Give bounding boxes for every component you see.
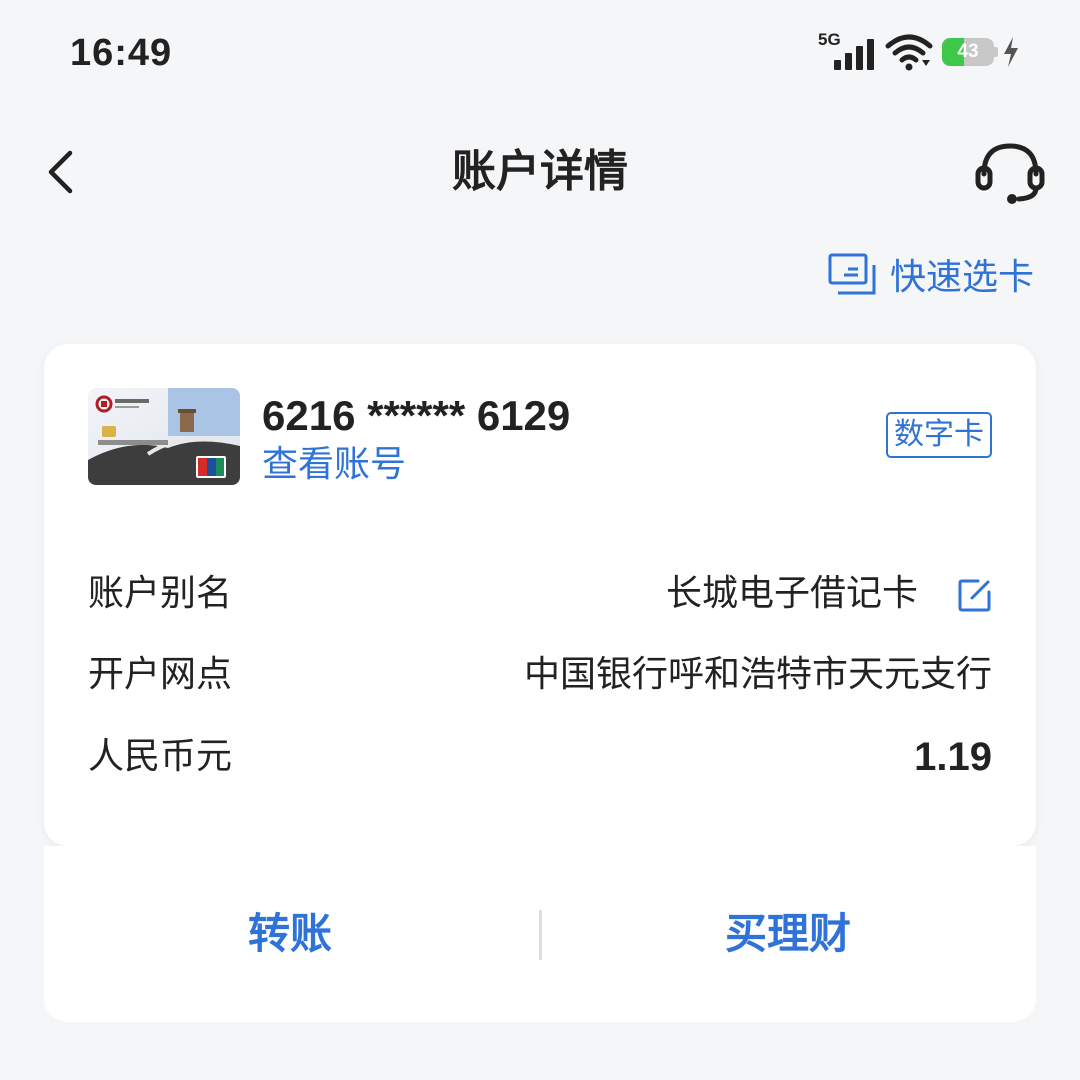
status-icons: 5G 43 <box>818 30 1020 74</box>
card-switch-icon <box>828 253 876 295</box>
customer-service-headset-icon <box>975 143 1045 204</box>
header: 账户详情 <box>0 120 1080 224</box>
battery-level: 43 <box>957 41 979 62</box>
info-row-balance: 人民币元 1.19 <box>88 729 992 785</box>
action-bar: 转账 买理财 <box>44 846 1036 1022</box>
buy-wealth-button[interactable]: 买理财 <box>638 902 938 966</box>
balance-value: 1.19 <box>914 735 992 779</box>
edit-icon[interactable] <box>958 578 992 612</box>
card-number: 6216 ****** 6129 <box>262 392 571 439</box>
branch-label: 开户网点 <box>88 654 233 695</box>
transfer-button[interactable]: 转账 <box>140 902 440 966</box>
quick-select-label: 快速选卡 <box>889 257 1034 298</box>
status-time: 16:49 <box>70 32 173 74</box>
quick-select-card-button[interactable]: 快速选卡 <box>828 248 1034 300</box>
account-details-page: 16:49 5G 43 账户详情 快速选卡 6216 ****** 6129 查… <box>0 0 1080 1080</box>
info-row-alias: 账户别名 长城电子借记卡 <box>88 566 992 622</box>
wifi-icon <box>885 34 933 71</box>
alias-label: 账户别名 <box>88 573 233 614</box>
account-card: 6216 ****** 6129 查看账号 数字卡 账户别名 长城电子借记卡 开… <box>44 344 1036 846</box>
charging-bolt-icon <box>1004 37 1018 67</box>
branch-value: 中国银行呼和浩特市天元支行 <box>523 654 992 695</box>
info-row-branch: 开户网点 中国银行呼和浩特市天元支行 <box>88 647 992 703</box>
bank-card-thumbnail-icon <box>88 388 240 485</box>
action-divider <box>539 910 542 960</box>
status-bar: 16:49 5G 43 <box>0 0 1080 100</box>
network-type: 5G <box>818 30 841 49</box>
signal-icon: 5G <box>818 30 878 74</box>
battery-icon: 43 <box>942 38 998 66</box>
page-title: 账户详情 <box>452 146 628 197</box>
customer-service-button[interactable] <box>970 136 1050 210</box>
currency-label: 人民币元 <box>88 736 233 777</box>
view-account-link[interactable]: 查看账号 <box>262 440 406 490</box>
digital-card-badge: 数字卡 <box>886 412 992 458</box>
alias-value: 长城电子借记卡 <box>665 573 918 614</box>
